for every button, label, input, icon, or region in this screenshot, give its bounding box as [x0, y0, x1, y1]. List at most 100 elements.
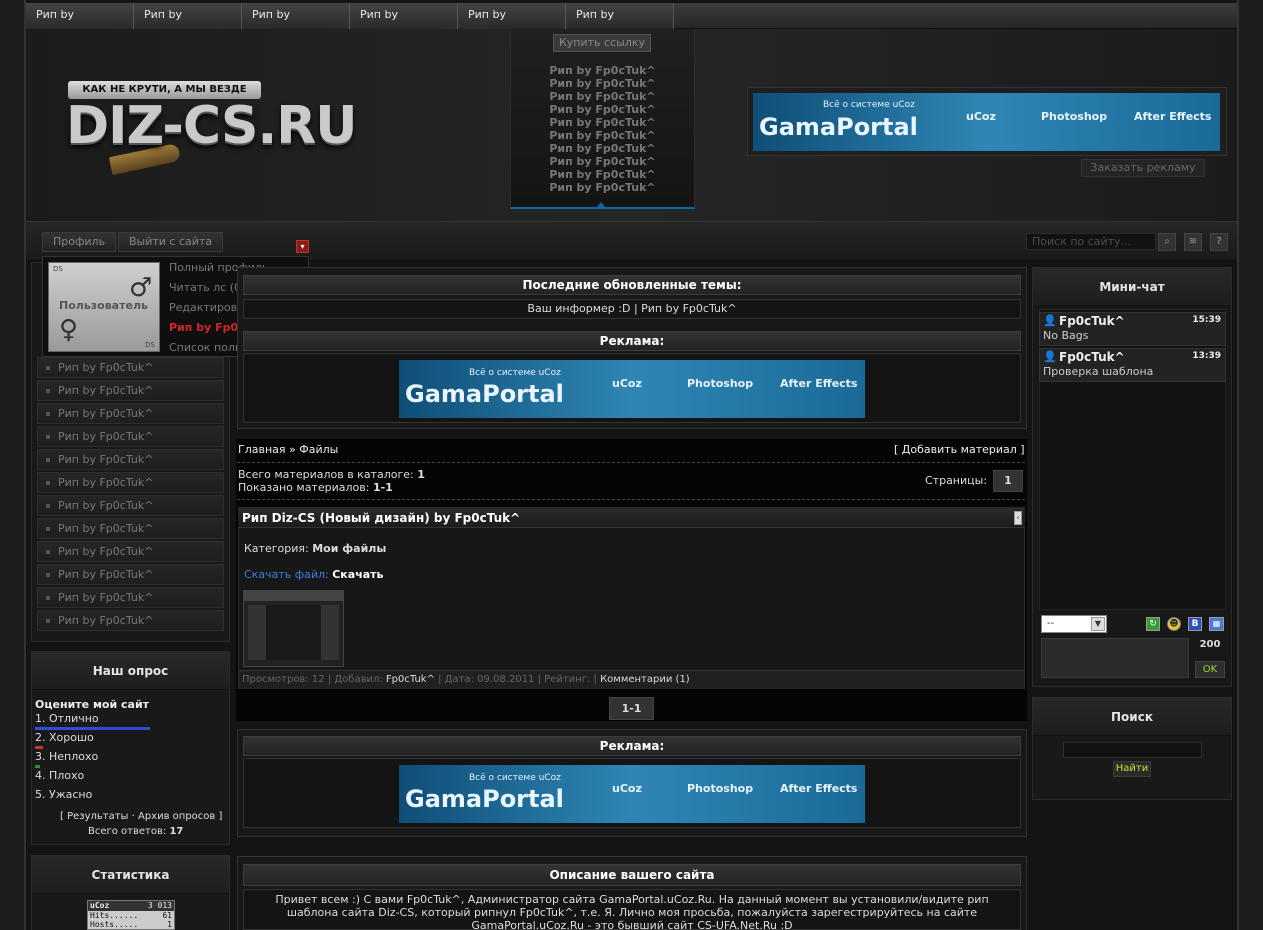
- entry-title[interactable]: Рип Diz-CS (Новый дизайн) by Fp0cTuk^: [242, 511, 520, 525]
- dropdown-item[interactable]: Рип by Fp0cTuk^: [510, 181, 695, 194]
- left-menu-item[interactable]: Рип by Fp0cTuk^: [37, 449, 224, 470]
- chat-message-input[interactable]: [1041, 638, 1189, 678]
- logout-button[interactable]: Выйти с сайта: [118, 232, 224, 252]
- chat-user[interactable]: Fp0cTuk^: [1059, 350, 1125, 364]
- main-banner[interactable]: Всё о системе uCoz GamaPortal uCoz Photo…: [399, 360, 865, 418]
- order-ad-button[interactable]: Заказать рекламу: [1081, 159, 1205, 177]
- poll-option: 3. Неплохо: [35, 750, 99, 763]
- profile-button[interactable]: Профиль: [42, 232, 117, 252]
- top-nav-tab[interactable]: Рип by Fp0cTuk^: [566, 3, 674, 45]
- hosts-label: Hosts.....: [90, 920, 139, 929]
- counter-label: uCoz: [90, 901, 110, 910]
- chevron-down-icon: ▼: [1091, 617, 1105, 631]
- rss-icon[interactable]: ≋: [1184, 233, 1202, 251]
- bold-icon[interactable]: B: [1188, 617, 1202, 631]
- banner-menu-item[interactable]: Photoshop: [687, 782, 753, 795]
- left-menu-item[interactable]: Рип by Fp0cTuk^: [37, 472, 224, 493]
- popup-read-pm[interactable]: Читать лс (0): [169, 281, 245, 294]
- buy-link-button[interactable]: Купить ссылку: [553, 34, 651, 52]
- chat-ok-button[interactable]: OK: [1195, 661, 1225, 678]
- shown-label: Показано материалов:: [238, 481, 370, 494]
- search-icon[interactable]: ⌕: [1158, 233, 1176, 251]
- calendar-icon[interactable]: ▦: [1209, 617, 1224, 631]
- informer[interactable]: Ваш информер :D | Рип by Fp0cTuk^: [243, 299, 1021, 319]
- banner-menu-item[interactable]: After Effects: [780, 377, 857, 390]
- user-icon: 👤: [1043, 350, 1057, 363]
- category-link[interactable]: Мои файлы: [312, 542, 386, 555]
- dropdown-item[interactable]: Рип by Fp0cTuk^: [510, 103, 695, 116]
- top-nav-tab[interactable]: Рип by Fp0cTuk^: [242, 3, 350, 45]
- comments-link[interactable]: Комментарии (1): [600, 674, 690, 685]
- page-number[interactable]: 1: [993, 470, 1023, 492]
- popup-toggle-icon[interactable]: ▾: [296, 240, 309, 253]
- download-link[interactable]: Скачать: [332, 568, 383, 581]
- avatar-caption: Пользователь: [59, 299, 148, 312]
- dropdown-item[interactable]: Рип by Fp0cTuk^: [510, 116, 695, 129]
- dropdown-item[interactable]: Рип by Fp0cTuk^: [510, 64, 695, 77]
- poll-option: 1. Отлично: [35, 712, 99, 725]
- breadcrumb[interactable]: Главная » Файлы: [238, 443, 338, 456]
- main-banner-2[interactable]: Всё о системе uCoz GamaPortal uCoz Photo…: [399, 765, 865, 823]
- left-menu-item[interactable]: Рип by Fp0cTuk^: [37, 495, 224, 516]
- poll-links[interactable]: [ Результаты · Архив опросов ]: [60, 811, 222, 822]
- banner-menu-item[interactable]: After Effects: [780, 782, 857, 795]
- left-menu-item[interactable]: Рип by Fp0cTuk^: [37, 357, 224, 378]
- chat-select[interactable]: -- ▼: [1041, 615, 1107, 633]
- left-menu-item[interactable]: Рип by Fp0cTuk^: [37, 541, 224, 562]
- top-nav-tab[interactable]: Рип by Fp0cTuk^: [350, 3, 458, 45]
- left-menu-item[interactable]: Рип by Fp0cTuk^: [37, 587, 224, 608]
- banner-menu-item[interactable]: uCoz: [612, 782, 642, 795]
- banner-menu-item[interactable]: uCoz: [966, 110, 996, 123]
- entry-menu-icon[interactable]: ‹: [1014, 511, 1022, 525]
- left-menu-item[interactable]: Рип by Fp0cTuk^: [37, 380, 224, 401]
- banner-brand: GamaPortal: [759, 113, 918, 141]
- site-search-input[interactable]: Поиск по сайту...: [1026, 233, 1156, 250]
- smiley-icon[interactable]: ☻: [1167, 617, 1181, 631]
- pager[interactable]: 1-1: [609, 697, 654, 720]
- header-banner[interactable]: Всё о системе uCoz GamaPortal uCoz Photo…: [753, 93, 1220, 151]
- search-block-input[interactable]: [1063, 742, 1202, 758]
- banner-menu-item[interactable]: Photoshop: [1041, 110, 1107, 123]
- entry-screenshot[interactable]: [243, 590, 344, 667]
- left-menu-item[interactable]: Рип by Fp0cTuk^: [37, 610, 224, 631]
- banner-subtitle: Всё о системе uCoz: [469, 773, 561, 783]
- search-block-button[interactable]: Найти: [1113, 761, 1151, 777]
- dropdown-item[interactable]: Рип by Fp0cTuk^: [510, 142, 695, 155]
- shown-materials: Показано материалов: 1-1: [238, 481, 393, 494]
- entry-category: Категория: Мои файлы: [244, 542, 386, 555]
- dropdown-item[interactable]: Рип by Fp0cTuk^: [510, 129, 695, 142]
- poll-total-value: 17: [169, 826, 184, 837]
- dropdown-item[interactable]: Рип by Fp0cTuk^: [510, 168, 695, 181]
- banner-menu-item[interactable]: After Effects: [1134, 110, 1211, 123]
- left-menu-item[interactable]: Рип by Fp0cTuk^: [37, 564, 224, 585]
- chat-message: 👤 Fp0cTuk^ 15:39 No Bags: [1039, 312, 1226, 346]
- dropdown-item[interactable]: Рип by Fp0cTuk^: [510, 77, 695, 90]
- poll-option: 2. Хорошо: [35, 731, 94, 744]
- top-nav-tab[interactable]: Рип by Fp0cTuk^: [458, 3, 566, 45]
- hits-label: Hits......: [90, 911, 139, 920]
- left-menu-item[interactable]: Рип by Fp0cTuk^: [37, 426, 224, 447]
- add-material-link[interactable]: [ Добавить материал ]: [894, 443, 1025, 456]
- description-title: Описание вашего сайта: [243, 864, 1021, 886]
- top-nav-tab[interactable]: Рип by Fp0cTuk^: [134, 3, 242, 45]
- top-nav-tab[interactable]: Рип by Fp0cTuk^: [26, 3, 134, 45]
- refresh-icon[interactable]: ↻: [1146, 617, 1160, 631]
- chat-user[interactable]: Fp0cTuk^: [1059, 314, 1125, 328]
- entry-details: Просмотров: 12 | Добавил: Fp0cTuk^ | Дат…: [239, 670, 1024, 689]
- date: Дата: 09.08.2011: [444, 674, 535, 685]
- help-icon[interactable]: ?: [1210, 233, 1228, 251]
- left-menu-item[interactable]: Рип by Fp0cTuk^: [37, 518, 224, 539]
- dropdown-item[interactable]: Рип by Fp0cTuk^: [510, 155, 695, 168]
- banner-menu-item[interactable]: Photoshop: [687, 377, 753, 390]
- dropdown-item[interactable]: Рип by Fp0cTuk^: [510, 90, 695, 103]
- site-logo[interactable]: DIZ-CS.RU: [66, 96, 357, 156]
- shown-value: 1-1: [372, 481, 393, 494]
- file-entry: [238, 507, 1025, 689]
- total-value: 1: [417, 468, 425, 481]
- poll-total: Всего ответов: 17: [88, 826, 183, 837]
- banner-menu-item[interactable]: uCoz: [612, 377, 642, 390]
- author-link[interactable]: Fp0cTuk^: [386, 674, 435, 685]
- stats-counter[interactable]: uCoz 3 013 Hits...... 61 Hosts..... 1: [87, 900, 175, 930]
- chat-select-value: --: [1047, 618, 1055, 629]
- left-menu-item[interactable]: Рип by Fp0cTuk^: [37, 403, 224, 424]
